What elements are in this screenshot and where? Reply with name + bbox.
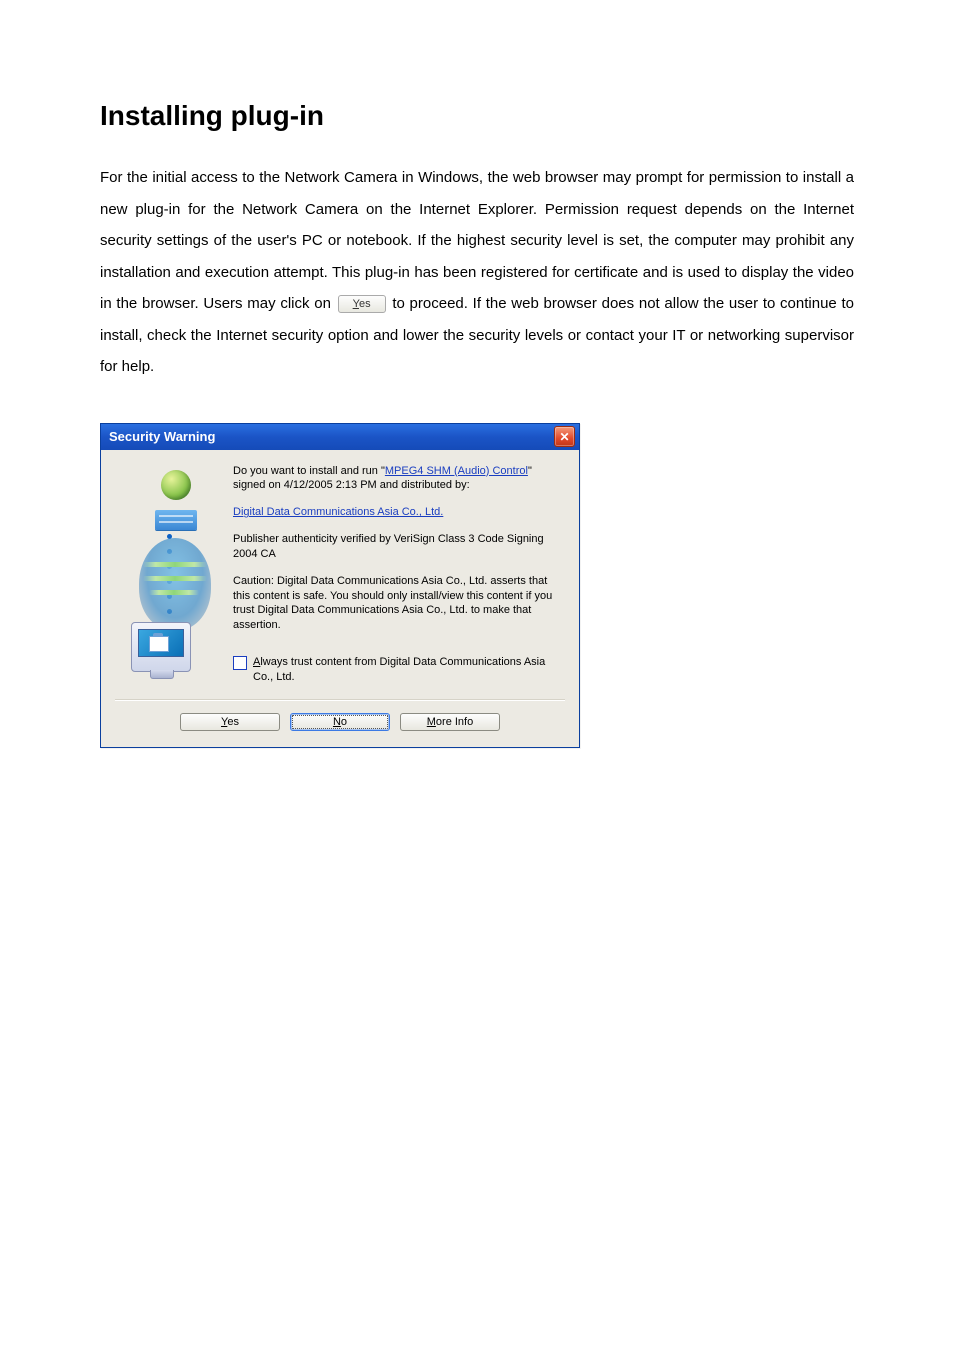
globe-icon <box>161 470 191 500</box>
authenticity-text: Publisher authenticity verified by VeriS… <box>233 532 565 562</box>
certificate-icon <box>155 510 197 530</box>
component-link[interactable]: MPEG4 SHM (Audio) Control <box>385 465 528 477</box>
page-heading: Installing plug-in <box>100 100 854 132</box>
always-trust-label: Always trust content from Digital Data C… <box>253 655 565 685</box>
no-button[interactable]: No <box>290 713 390 731</box>
caution-text: Caution: Digital Data Communications Asi… <box>233 574 565 633</box>
install-question: Do you want to install and run "MPEG4 SH… <box>233 464 565 494</box>
dialog-button-row: Yes No More Info <box>101 701 579 747</box>
document-icon <box>149 636 169 652</box>
scan-line-icon <box>149 590 199 595</box>
inline-yes-button: Yes <box>338 295 386 313</box>
publisher-link[interactable]: Digital Data Communications Asia Co., Lt… <box>233 506 443 518</box>
body-text-before: For the initial access to the Network Ca… <box>100 169 854 312</box>
dialog-graphic <box>115 464 223 685</box>
scan-line-icon <box>143 576 207 581</box>
dialog-titlebar: Security Warning ✕ <box>101 424 579 450</box>
more-info-button[interactable]: More Info <box>400 713 500 731</box>
close-button[interactable]: ✕ <box>554 426 575 447</box>
dialog-title: Security Warning <box>109 429 215 444</box>
security-warning-dialog: Security Warning ✕ Do you want <box>100 423 580 748</box>
scan-line-icon <box>143 562 207 567</box>
body-paragraph: For the initial access to the Network Ca… <box>100 162 854 383</box>
head-silhouette-icon <box>139 538 211 630</box>
always-trust-checkbox[interactable] <box>233 656 247 670</box>
close-icon: ✕ <box>559 431 569 443</box>
yes-button[interactable]: Yes <box>180 713 280 731</box>
